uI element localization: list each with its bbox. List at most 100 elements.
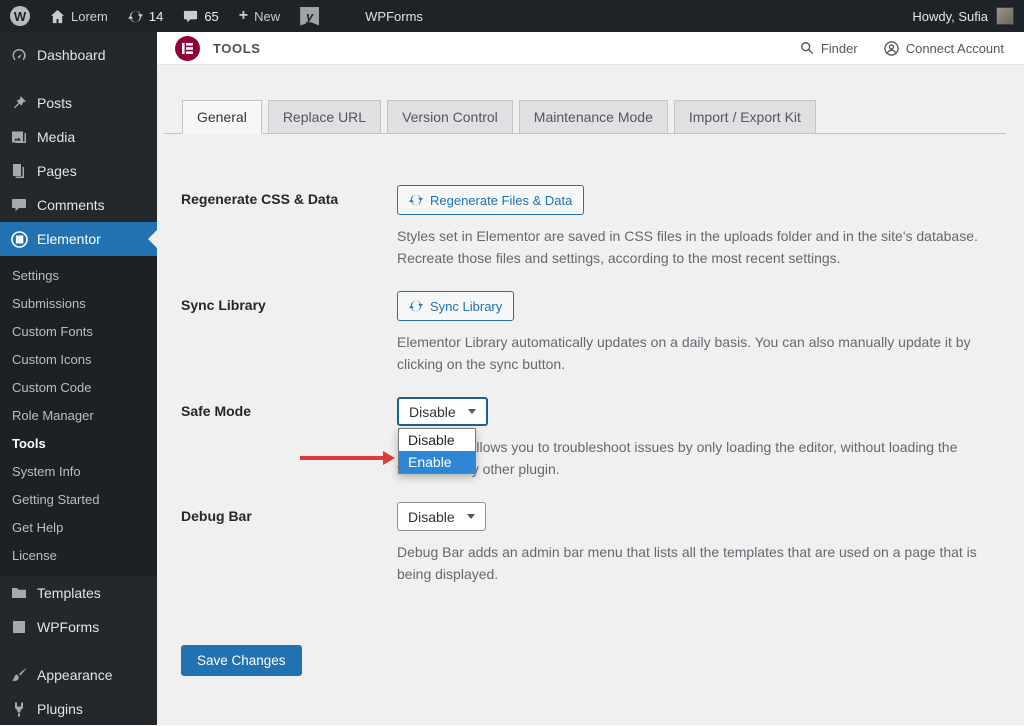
debug-bar-select[interactable]: Disable	[397, 502, 486, 531]
comment-icon	[10, 196, 28, 214]
yoast-seo-menu[interactable]: y	[290, 0, 329, 32]
sidebar-item-appearance[interactable]: Appearance	[0, 658, 157, 692]
elementor-page-header: TOOLS Finder Connect Account	[157, 32, 1024, 65]
sidebar-item-posts[interactable]: Posts	[0, 86, 157, 120]
clipboard-icon	[10, 618, 28, 636]
sync-library-button[interactable]: Sync Library	[397, 291, 514, 321]
connect-account-button[interactable]: Connect Account	[884, 41, 1004, 56]
sidebar-item-label: WPForms	[37, 619, 99, 635]
tab-replace-url[interactable]: Replace URL	[268, 100, 381, 134]
annotation-arrow	[300, 456, 383, 460]
home-icon	[50, 9, 65, 24]
debug-bar-select-value: Disable	[408, 509, 455, 525]
comments-menu[interactable]: 65	[173, 0, 228, 32]
tools-tab-bar: General Replace URL Version Control Main…	[164, 100, 1006, 134]
safe-mode-dropdown: Disable Enable	[398, 428, 476, 474]
pushpin-icon	[10, 94, 28, 112]
sync-icon	[409, 299, 423, 313]
site-name-label: Lorem	[71, 9, 108, 24]
sidebar-item-label: Appearance	[37, 667, 113, 683]
pages-icon	[10, 162, 28, 180]
user-icon	[884, 41, 899, 56]
safe-mode-description: Safe Mode allows you to troubleshoot iss…	[397, 436, 1004, 480]
sidebar-item-elementor[interactable]: Elementor	[0, 222, 157, 256]
finder-button[interactable]: Finder	[800, 41, 858, 56]
admin-sidebar: Dashboard Posts Media Pages Comments Ele…	[0, 32, 157, 725]
sidebar-item-comments[interactable]: Comments	[0, 188, 157, 222]
debug-bar-description: Debug Bar adds an admin bar menu that li…	[397, 541, 1004, 585]
wp-logo-menu[interactable]: W	[0, 0, 40, 32]
main-content: TOOLS Finder Connect Account General Rep…	[157, 32, 1024, 725]
sidebar-item-pages[interactable]: Pages	[0, 154, 157, 188]
refresh-icon	[409, 193, 423, 207]
updates-menu[interactable]: 14	[118, 0, 173, 32]
submenu-item-custom-icons[interactable]: Custom Icons	[0, 346, 157, 374]
sidebar-separator	[0, 644, 157, 658]
regenerate-files-button[interactable]: Regenerate Files & Data	[397, 185, 584, 215]
safe-mode-select[interactable]: Disable	[397, 397, 488, 426]
submenu-item-settings[interactable]: Settings	[0, 262, 157, 290]
tab-import-export-kit[interactable]: Import / Export Kit	[674, 100, 816, 134]
submenu-item-submissions[interactable]: Submissions	[0, 290, 157, 318]
avatar	[996, 7, 1014, 25]
safe-mode-option-enable[interactable]: Enable	[399, 451, 475, 473]
folder-icon	[10, 584, 28, 602]
save-changes-button[interactable]: Save Changes	[181, 645, 302, 676]
safe-mode-select-value: Disable	[409, 404, 456, 420]
regenerate-files-button-label: Regenerate Files & Data	[430, 193, 572, 208]
chevron-down-icon	[468, 409, 476, 414]
account-menu[interactable]: Howdy, Sufia	[912, 7, 1024, 25]
sidebar-item-label: Plugins	[37, 701, 83, 717]
sidebar-item-label: Pages	[37, 163, 77, 179]
safe-mode-row: Safe Mode Disable Safe Mode allows you t…	[181, 397, 1004, 480]
search-icon	[800, 41, 814, 55]
submenu-item-license[interactable]: License	[0, 542, 157, 570]
sidebar-item-media[interactable]: Media	[0, 120, 157, 154]
sidebar-item-label: Posts	[37, 95, 72, 111]
sidebar-item-label: Comments	[37, 197, 105, 213]
submenu-item-system-info[interactable]: System Info	[0, 458, 157, 486]
sidebar-item-label: Elementor	[37, 231, 101, 247]
tab-maintenance-mode[interactable]: Maintenance Mode	[519, 100, 668, 134]
sync-library-label: Sync Library	[181, 291, 397, 375]
regenerate-css-label: Regenerate CSS & Data	[181, 185, 397, 269]
tab-version-control[interactable]: Version Control	[387, 100, 513, 134]
sidebar-item-label: Templates	[37, 585, 101, 601]
brush-icon	[10, 666, 28, 684]
site-name-menu[interactable]: Lorem	[40, 0, 118, 32]
finder-label: Finder	[821, 41, 858, 56]
submenu-item-tools[interactable]: Tools	[0, 430, 157, 458]
safe-mode-option-disable[interactable]: Disable	[399, 429, 475, 451]
submenu-item-custom-code[interactable]: Custom Code	[0, 374, 157, 402]
sync-library-description: Elementor Library automatically updates …	[397, 331, 1004, 375]
dashboard-icon	[10, 46, 28, 64]
sidebar-item-templates[interactable]: Templates	[0, 576, 157, 610]
submenu-item-custom-fonts[interactable]: Custom Fonts	[0, 318, 157, 346]
wpforms-topbar-label: WPForms	[365, 9, 423, 24]
updates-icon	[128, 9, 143, 24]
comment-bubble-icon	[183, 9, 198, 24]
tab-general[interactable]: General	[182, 100, 262, 134]
debug-bar-row: Debug Bar Disable Debug Bar adds an admi…	[181, 502, 1004, 585]
debug-bar-label: Debug Bar	[181, 502, 397, 585]
regenerate-css-description: Styles set in Elementor are saved in CSS…	[397, 225, 1004, 269]
elementor-submenu: Settings Submissions Custom Fonts Custom…	[0, 256, 157, 576]
wpforms-topbar-menu[interactable]: WPForms	[355, 0, 433, 32]
page-title: TOOLS	[213, 41, 261, 56]
submenu-item-get-help[interactable]: Get Help	[0, 514, 157, 542]
sidebar-item-dashboard[interactable]: Dashboard	[0, 38, 157, 72]
howdy-label: Howdy, Sufia	[912, 9, 988, 24]
submenu-item-role-manager[interactable]: Role Manager	[0, 402, 157, 430]
sidebar-item-plugins[interactable]: Plugins	[0, 692, 157, 726]
safe-mode-label: Safe Mode	[181, 397, 397, 480]
sidebar-item-label: Media	[37, 129, 75, 145]
submenu-item-getting-started[interactable]: Getting Started	[0, 486, 157, 514]
chevron-down-icon	[467, 514, 475, 519]
sidebar-item-wpforms[interactable]: WPForms	[0, 610, 157, 644]
sidebar-item-label: Dashboard	[37, 47, 106, 63]
general-settings-form: Regenerate CSS & Data Regenerate Files &…	[157, 134, 1024, 676]
plugin-icon	[10, 700, 28, 718]
elementor-logo-icon	[175, 36, 200, 61]
new-content-menu[interactable]: + New	[229, 0, 290, 32]
updates-count: 14	[149, 9, 163, 24]
